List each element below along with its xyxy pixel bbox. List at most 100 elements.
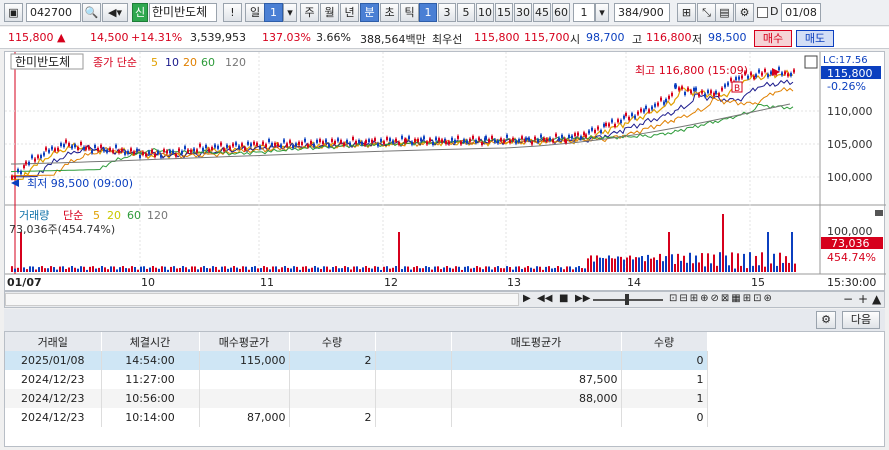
col-sell-qty[interactable]: 수량 xyxy=(621,332,708,351)
table-row[interactable]: 2024/12/23 10:56:00 88,000 1 xyxy=(5,389,708,408)
forward-icon[interactable]: ▶▶ xyxy=(575,293,590,304)
candle-body xyxy=(506,134,508,138)
minute-60-button[interactable]: 60 xyxy=(552,3,570,22)
candle-body xyxy=(761,72,763,76)
stop-icon[interactable]: ■ xyxy=(559,293,568,304)
volume-bar xyxy=(101,266,103,272)
period-minute-button[interactable]: 분 xyxy=(360,3,379,22)
col-buy-avg[interactable]: 매수평균가 xyxy=(199,332,290,351)
candle-body xyxy=(432,141,434,145)
minute-3-button[interactable]: 3 xyxy=(438,3,456,22)
sound-icon[interactable]: ◀▾ xyxy=(102,3,128,22)
candle-body xyxy=(250,143,252,147)
candle-body xyxy=(187,149,189,153)
trade-amount: 388,564백만 xyxy=(360,33,426,46)
table-row[interactable]: 2025/01/08 14:54:00 115,000 2 0 xyxy=(5,351,708,370)
col-trade-date[interactable]: 거래일 xyxy=(5,332,102,351)
candle-settings-icon[interactable]: ⊞ xyxy=(677,3,696,22)
volume-bar xyxy=(473,267,475,272)
candle-body xyxy=(398,141,400,145)
sell-button[interactable]: 매도 xyxy=(796,30,834,47)
minute-5-button[interactable]: 5 xyxy=(457,3,475,22)
period-second-button[interactable]: 초 xyxy=(380,3,399,22)
minute-15-button[interactable]: 15 xyxy=(495,3,513,22)
zoom-out-icon[interactable]: − xyxy=(843,292,853,306)
period-day-count[interactable]: 1 xyxy=(264,3,283,22)
volume-bar xyxy=(566,266,568,272)
chart-grid-toggle-icon[interactable] xyxy=(804,55,818,69)
price-chart-svg[interactable]: 한미반도체 종가 단순 5 10 20 60 120 최고 116,800 (1… xyxy=(5,52,886,292)
zoom-in-icon[interactable]: + xyxy=(858,292,868,306)
col-trade-time[interactable]: 체결시간 xyxy=(101,332,200,351)
candle-body xyxy=(466,140,468,144)
period-day-button[interactable]: 일 xyxy=(245,3,265,22)
volume-bar xyxy=(542,269,544,272)
draw-tool-icon[interactable]: ⤡ xyxy=(697,3,716,22)
candle-body xyxy=(411,141,413,145)
chart-area[interactable]: 한미반도체 종가 단순 5 10 20 60 120 최고 116,800 (1… xyxy=(4,51,886,292)
volume-bar xyxy=(212,266,214,272)
volume-bar xyxy=(572,269,574,272)
candle-body xyxy=(395,138,397,142)
volume-bar xyxy=(299,269,301,272)
volume-bar xyxy=(485,266,487,272)
period-dropdown-icon[interactable]: ▾ xyxy=(283,3,297,22)
gear-icon[interactable]: ⚙ xyxy=(735,3,754,22)
table-cell: 14:54:00 xyxy=(101,351,200,370)
table-row[interactable]: 2024/12/23 10:14:00 87,000 2 0 xyxy=(5,408,708,427)
volume-bar xyxy=(125,268,127,272)
volume-bar xyxy=(326,266,328,272)
period-tick-button[interactable]: 틱 xyxy=(400,3,419,22)
count-input[interactable]: 384/900 xyxy=(614,3,670,22)
chart-scrollbar[interactable] xyxy=(5,293,519,306)
date-input[interactable]: 01/08 xyxy=(781,3,821,22)
chart-scroll-icon[interactable]: ▲ xyxy=(872,292,881,306)
minute-1-button[interactable]: 1 xyxy=(419,3,437,22)
table-row[interactable]: 2024/12/23 11:27:00 87,500 1 xyxy=(5,370,708,389)
volume-bar xyxy=(728,265,730,272)
volume-bar xyxy=(383,266,385,272)
speed-slider-thumb[interactable] xyxy=(625,294,629,305)
chart-toolbar: ▣ 042700 ▲ 🔍 ◀▾ 신 한미반도체 ! 일 1 ▾ 주 월 년 분 … xyxy=(0,0,889,36)
minute-30-button[interactable]: 30 xyxy=(514,3,532,22)
next-button[interactable]: 다음 xyxy=(842,311,880,329)
interval-input[interactable]: 1 xyxy=(573,3,595,22)
volume-bar xyxy=(614,258,616,272)
candle-body xyxy=(623,115,625,119)
col-sell-avg[interactable]: 매도평균가 xyxy=(451,332,622,351)
play-icon[interactable]: ▶ xyxy=(523,293,531,304)
candle-body xyxy=(600,130,602,134)
chart-tools-icon[interactable]: ⊡⊟⊞⊕⊘⊠▦⊞⊡⊛ xyxy=(669,293,774,304)
window-menu-icon[interactable]: ▣ xyxy=(4,3,23,22)
candle-body xyxy=(115,144,117,148)
panel-settings-icon[interactable]: ⚙ xyxy=(816,311,836,329)
high-label: 고 xyxy=(632,33,643,46)
search-icon[interactable]: 🔍 xyxy=(82,3,101,22)
save-icon[interactable]: ▤ xyxy=(715,3,734,22)
candle-body xyxy=(346,139,348,143)
period-week-button[interactable]: 주 xyxy=(300,3,319,22)
volume-bar xyxy=(734,268,736,272)
volume-bar xyxy=(548,266,550,272)
rewind-icon[interactable]: ◀◀ xyxy=(537,293,552,304)
interval-dropdown-icon[interactable]: ▾ xyxy=(595,3,609,22)
table-cell xyxy=(451,351,622,370)
period-year-button[interactable]: 년 xyxy=(340,3,359,22)
minute-45-button[interactable]: 45 xyxy=(533,3,551,22)
candle-body xyxy=(790,72,792,76)
volume-bar xyxy=(497,266,499,272)
minute-10-button[interactable]: 10 xyxy=(476,3,494,22)
volume-bar xyxy=(140,266,142,272)
col-buy-qty[interactable]: 수량 xyxy=(289,332,376,351)
collapse-volume-icon[interactable] xyxy=(875,210,883,216)
buy-button[interactable]: 매수 xyxy=(754,30,792,47)
stock-code-input[interactable]: 042700 ▲ xyxy=(26,3,81,36)
alert-icon[interactable]: ! xyxy=(223,3,242,22)
lc-label: LC:17.56 xyxy=(823,55,868,66)
candle-body xyxy=(580,136,582,140)
volume-bar xyxy=(311,267,313,272)
date-checkbox[interactable] xyxy=(757,7,768,18)
candle-body xyxy=(48,149,50,153)
period-month-button[interactable]: 월 xyxy=(320,3,339,22)
stock-name-field[interactable]: 한미반도체 xyxy=(149,3,217,22)
